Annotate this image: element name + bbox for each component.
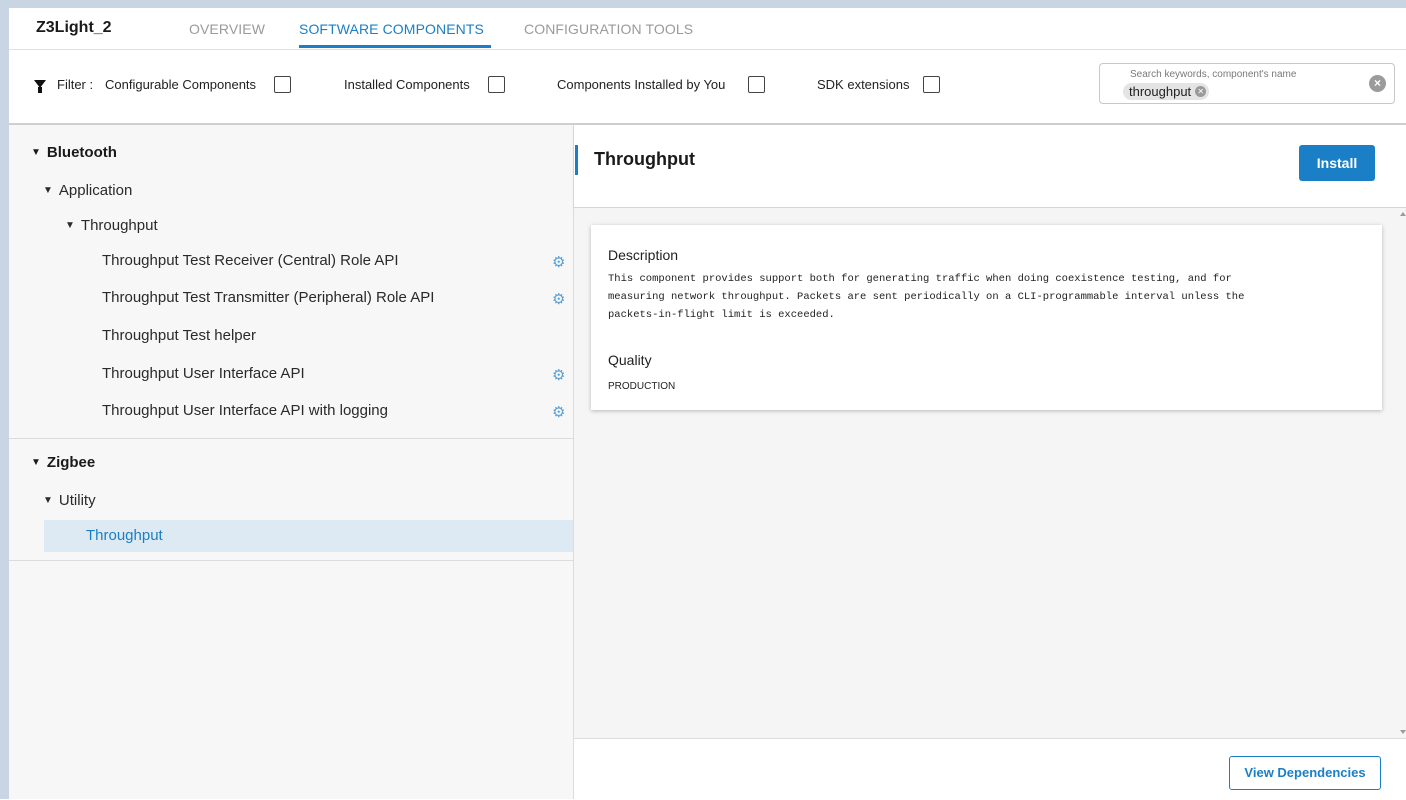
tree-item-user-interface-api-logging[interactable]: Throughput User Interface API with loggi…: [9, 402, 666, 419]
detail-footer: View Dependencies: [574, 738, 1406, 800]
tree-category-bluetooth[interactable]: ▼ Bluetooth: [9, 144, 595, 161]
tab-overview[interactable]: OVERVIEW: [189, 21, 265, 37]
tree-group-utility[interactable]: ▼ Utility: [9, 492, 607, 509]
tab-software-components[interactable]: SOFTWARE COMPONENTS: [299, 21, 484, 37]
filter-icon-stem: [38, 87, 42, 93]
tree-group-label: Application: [58, 182, 133, 199]
top-tab-bar: Z3Light_2 OVERVIEW SOFTWARE COMPONENTS C…: [9, 8, 1406, 50]
component-info-card: Description This component provides supp…: [591, 225, 1382, 410]
quality-heading: Quality: [608, 352, 652, 368]
tree-group-throughput[interactable]: ▼ Throughput: [9, 217, 629, 234]
tree-group-label: Utility: [58, 492, 96, 509]
description-text: This component provides support both for…: [608, 270, 1368, 324]
detail-scrollbar[interactable]: [1400, 208, 1406, 738]
tree-category-zigbee[interactable]: ▼ Zigbee: [9, 454, 595, 471]
header-accent-bar: [575, 145, 578, 175]
scroll-down-icon[interactable]: [1400, 730, 1406, 734]
tab-configuration-tools[interactable]: CONFIGURATION TOOLS: [524, 21, 693, 37]
filter-installed-by-you-checkbox[interactable]: [748, 76, 765, 93]
gear-icon[interactable]: ⚙: [552, 368, 565, 383]
filter-configurable-label: Configurable Components: [105, 77, 257, 92]
filter-bar: Filter : Configurable Components Install…: [9, 50, 1406, 125]
tree-group-application[interactable]: ▼ Application: [9, 182, 607, 199]
filter-label: Filter :: [57, 77, 94, 92]
caret-down-icon: ▼: [31, 457, 41, 468]
chip-remove-icon[interactable]: ✕: [1195, 86, 1207, 97]
search-chip[interactable]: throughput ✕: [1123, 83, 1210, 100]
tree-item-label: Throughput Test Transmitter (Peripheral)…: [102, 289, 435, 306]
view-dependencies-button[interactable]: View Dependencies: [1229, 756, 1381, 790]
description-line: measuring network throughput. Packets ar…: [608, 291, 1245, 303]
tree-item-user-interface-api[interactable]: Throughput User Interface API: [9, 365, 666, 382]
tree-category-label: Zigbee: [46, 454, 96, 471]
caret-down-icon: ▼: [43, 185, 53, 196]
tree-item-label: Throughput User Interface API with loggi…: [102, 402, 388, 419]
tree-item-label: Throughput User Interface API: [102, 365, 305, 382]
tree-item-label: Throughput Test Receiver (Central) Role …: [102, 252, 399, 269]
search-chip-label: throughput: [1129, 84, 1192, 99]
tree-divider: [9, 438, 573, 439]
caret-down-icon: ▼: [31, 147, 41, 158]
description-heading: Description: [608, 247, 679, 263]
project-title: Z3Light_2: [36, 19, 112, 36]
gear-icon[interactable]: ⚙: [552, 255, 565, 270]
gear-icon[interactable]: ⚙: [552, 292, 565, 307]
active-tab-indicator: [299, 45, 491, 48]
filter-installed-label: Installed Components: [344, 77, 470, 92]
quality-value: PRODUCTION: [608, 381, 676, 392]
detail-body: Description This component provides supp…: [574, 208, 1406, 738]
tree-divider: [9, 560, 573, 561]
scroll-up-icon[interactable]: [1400, 212, 1406, 216]
tree-item-label: Throughput: [86, 527, 163, 544]
component-detail-panel: Throughput Install Description This comp…: [574, 125, 1406, 800]
filter-sdk-extensions-checkbox[interactable]: [923, 76, 940, 93]
search-placeholder: Search keywords, component's name: [1130, 69, 1297, 80]
description-line: packets-in-flight limit is exceeded.: [608, 309, 835, 321]
install-button[interactable]: Install: [1299, 145, 1375, 181]
tree-category-label: Bluetooth: [46, 144, 117, 161]
caret-down-icon: ▼: [65, 220, 75, 231]
gear-icon[interactable]: ⚙: [552, 405, 565, 420]
filter-sdk-extensions-label: SDK extensions: [817, 77, 910, 92]
detail-header: Throughput Install: [574, 125, 1406, 208]
filter-configurable-checkbox[interactable]: [274, 76, 291, 93]
tree-item-label: Throughput Test helper: [102, 327, 256, 344]
caret-down-icon: ▼: [43, 495, 53, 506]
clear-search-icon[interactable]: ×: [1369, 75, 1386, 92]
tree-item-zigbee-throughput[interactable]: Throughput: [9, 527, 650, 544]
component-title: Throughput: [594, 149, 695, 169]
tree-item-receiver-role-api[interactable]: Throughput Test Receiver (Central) Role …: [9, 252, 666, 269]
description-line: This component provides support both for…: [608, 273, 1232, 285]
component-tree: ▼ Bluetooth ▼ Application ▼ Throughput Thro…: [9, 125, 574, 799]
filter-installed-by-you-label: Components Installed by You: [557, 77, 726, 92]
filter-installed-checkbox[interactable]: [488, 76, 505, 93]
tree-item-transmitter-role-api[interactable]: Throughput Test Transmitter (Peripheral)…: [9, 289, 666, 306]
search-input[interactable]: Search keywords, component's name throug…: [1099, 63, 1395, 104]
tree-item-test-helper[interactable]: Throughput Test helper: [9, 327, 666, 344]
tree-group-label: Throughput: [80, 217, 158, 234]
